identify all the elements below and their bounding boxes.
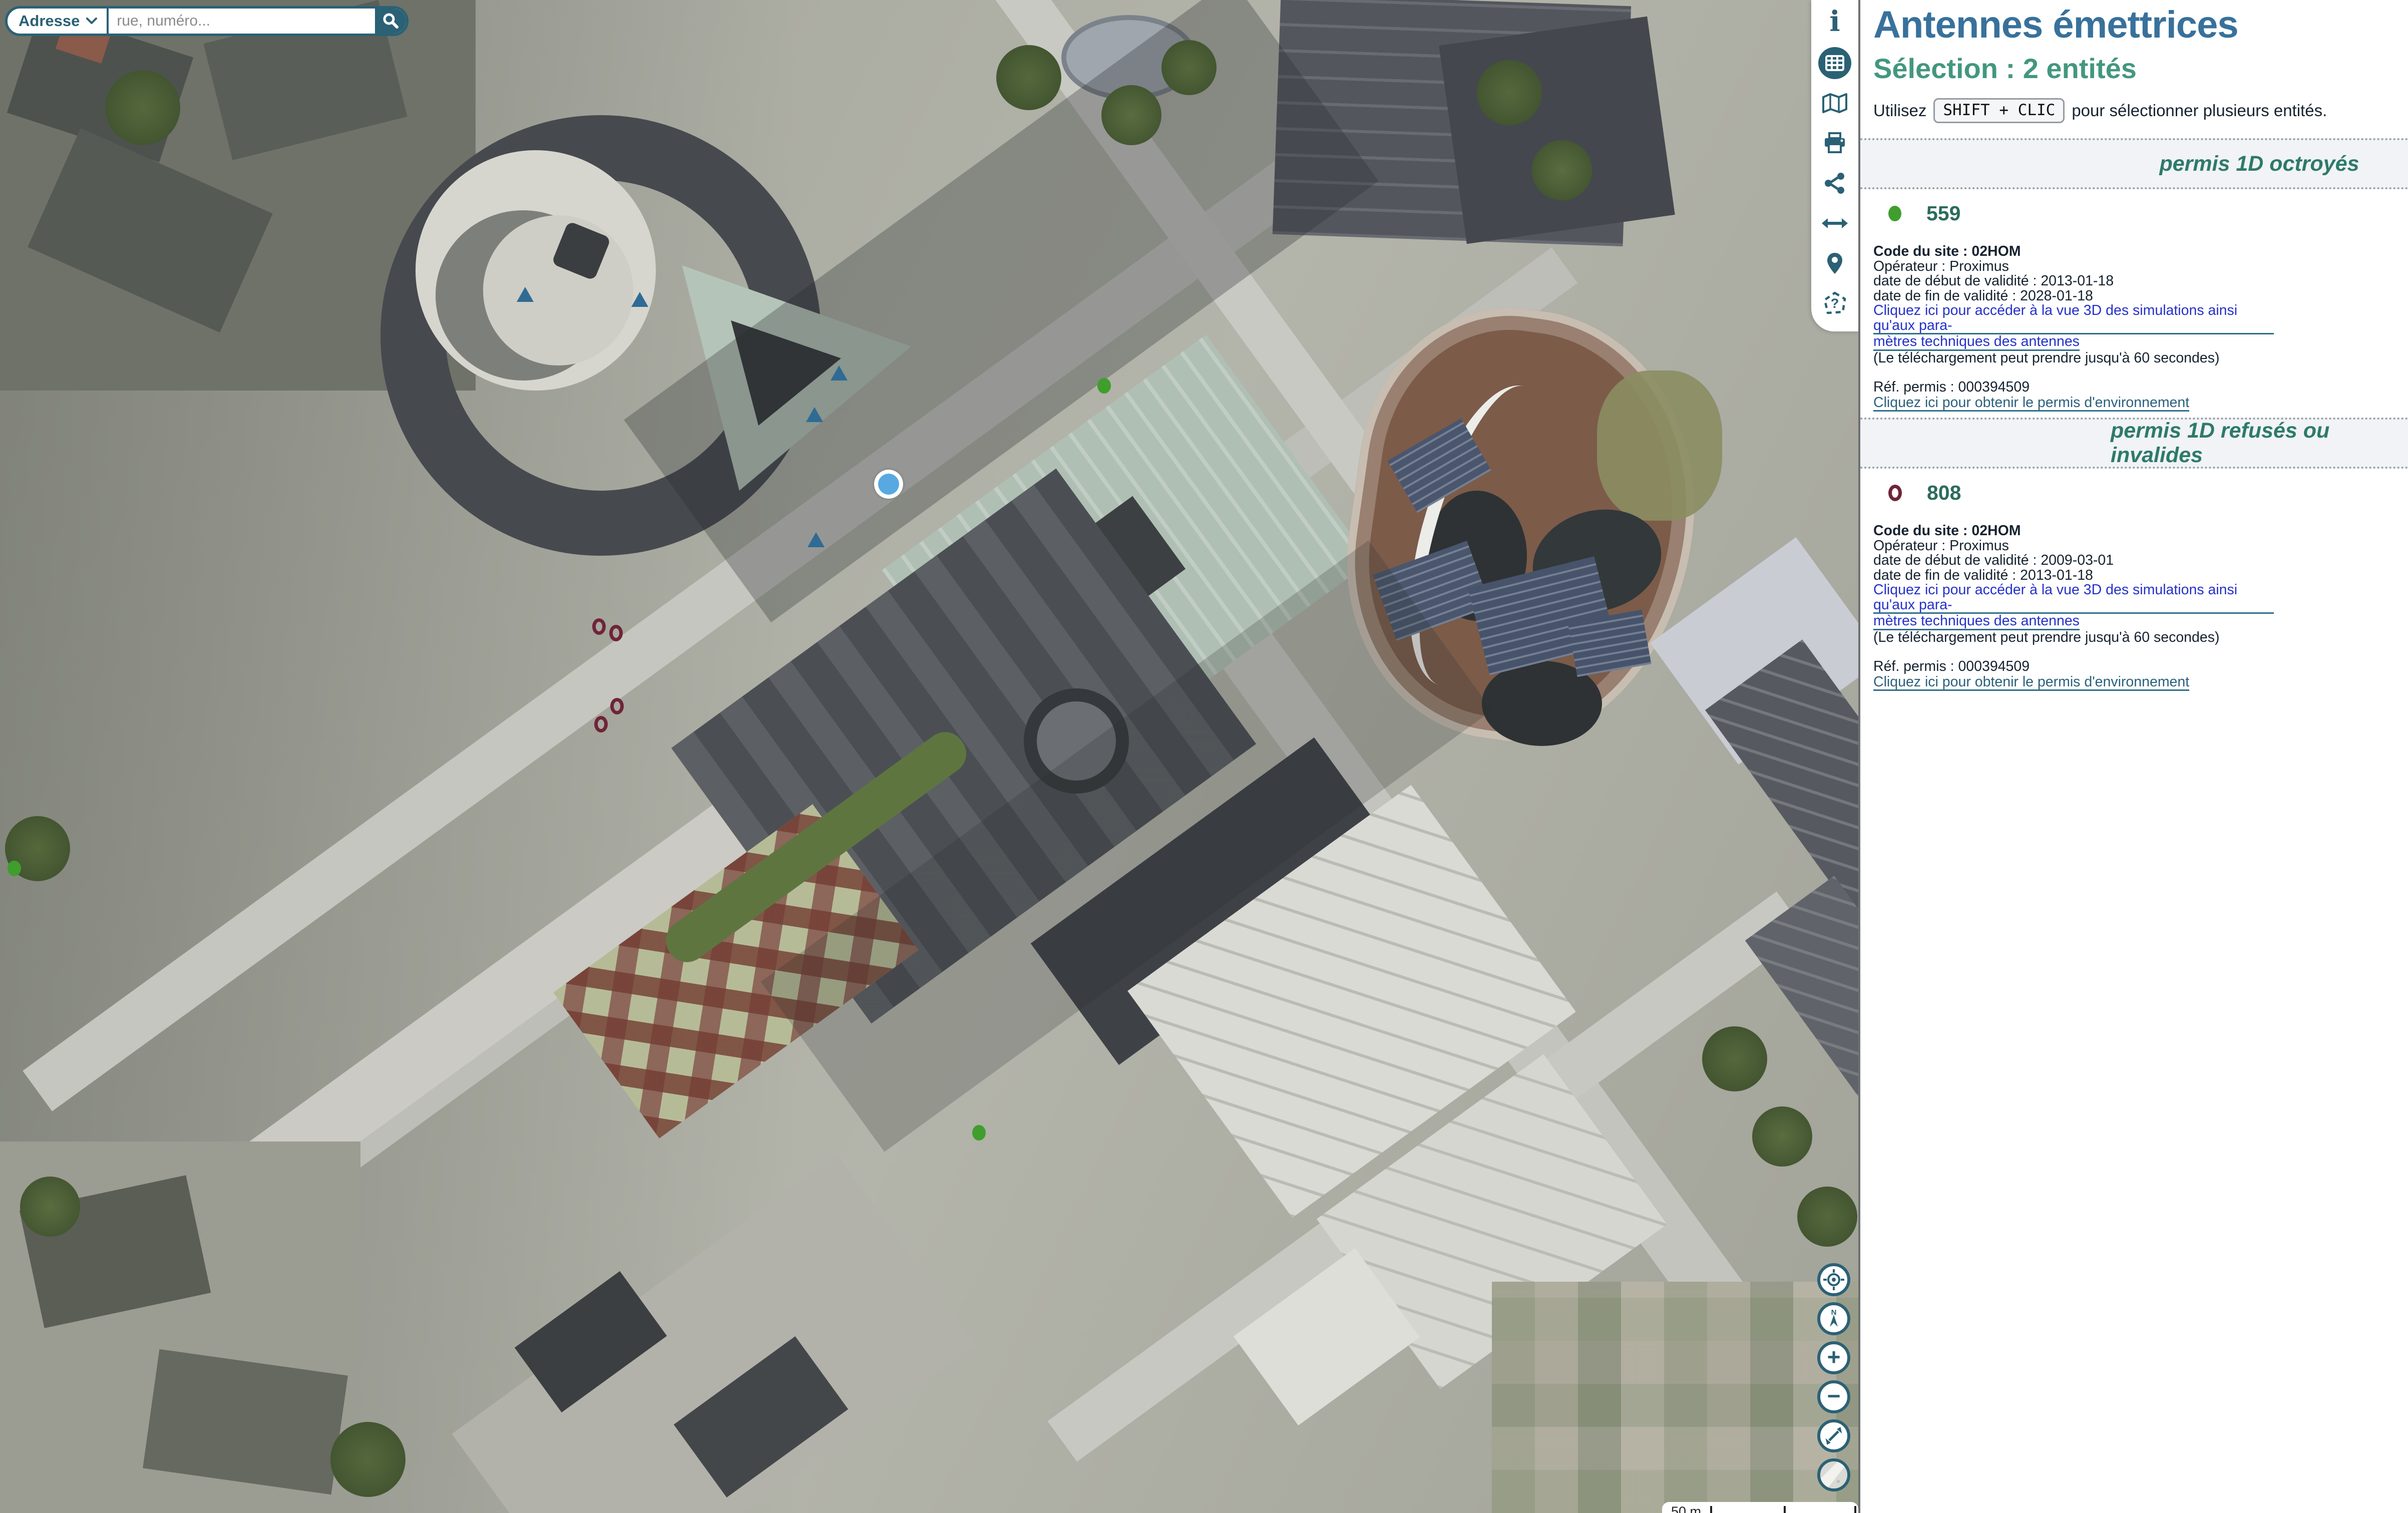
diagonal-arrows-icon xyxy=(1824,1426,1844,1446)
link-3d-view[interactable]: Cliquez ici pour accéder à la vue 3D des… xyxy=(1873,303,2274,334)
toolbar-locate-button[interactable] xyxy=(1811,243,1858,283)
antenna-map-app: Adresse i xyxy=(0,0,2408,1513)
selection-count: Sélection : 2 entités xyxy=(1873,53,2398,84)
location-pin-icon xyxy=(1825,252,1845,275)
share-icon xyxy=(1823,172,1846,194)
zoom-out-button[interactable]: − xyxy=(1817,1380,1850,1413)
valid-from: date de début de validité : 2013-01-18 xyxy=(1873,274,2274,289)
operator: Opérateur : Proximus xyxy=(1873,259,2274,274)
address-search-bar: Adresse xyxy=(5,6,409,36)
data-table-icon xyxy=(1818,47,1851,79)
site-code: Code du site : 02HOM xyxy=(1873,524,2274,539)
search-category-select[interactable]: Adresse xyxy=(8,9,109,34)
marker-granted-dot[interactable] xyxy=(972,1125,986,1141)
toolbar-basemap-button[interactable] xyxy=(1811,83,1858,123)
section-header-refused: permis 1D refusés ou invalides xyxy=(1860,418,2408,469)
instruction-prefix: Utilisez xyxy=(1873,101,1926,120)
marker-granted-dot[interactable] xyxy=(8,861,21,876)
results-panel: Antennes émettrices Sélection : 2 entité… xyxy=(1860,0,2408,1513)
shift-click-kbd: SHIFT + CLIC xyxy=(1933,98,2065,123)
scale-tick xyxy=(1710,1506,1712,1513)
scale-bar: 50 m xyxy=(1662,1502,1858,1513)
search-icon xyxy=(380,11,400,31)
print-icon xyxy=(1823,132,1847,154)
zoom-in-button[interactable]: + xyxy=(1817,1341,1850,1374)
refused-ring-icon xyxy=(1888,485,1902,501)
search-button[interactable] xyxy=(375,9,406,34)
marker-site-triangle[interactable] xyxy=(517,287,534,302)
toolbar-share-button[interactable] xyxy=(1811,163,1858,203)
marker-refused-ring[interactable] xyxy=(609,625,623,641)
map-toolbar: i xyxy=(1811,0,1858,331)
entity-details: Code du site : 02HOM Opérateur : Proximu… xyxy=(1873,524,2274,691)
entity-row[interactable]: 808 xyxy=(1860,478,2408,508)
valid-to: date de fin de validité : 2028-01-18 xyxy=(1873,289,2274,304)
plus-icon: + xyxy=(1827,1345,1841,1368)
marker-refused-ring[interactable] xyxy=(610,698,624,714)
marker-site-triangle[interactable] xyxy=(831,365,848,381)
folded-map-icon xyxy=(1822,93,1848,114)
geolocate-button[interactable] xyxy=(1817,1263,1850,1296)
minimap-toggle-button[interactable] xyxy=(1817,1458,1850,1491)
marker-site-triangle[interactable] xyxy=(806,407,823,422)
geolocate-icon xyxy=(1823,1269,1845,1291)
identify-help-icon: ? xyxy=(1822,291,1847,316)
diagonal-resize-button[interactable] xyxy=(1817,1419,1850,1452)
svg-text:?: ? xyxy=(1831,296,1839,311)
entity-row[interactable]: 559 xyxy=(1860,198,2408,228)
minimap-icon xyxy=(1820,1461,1847,1488)
toolbar-identify-button[interactable]: ? xyxy=(1811,283,1858,323)
link-environment-permit[interactable]: Cliquez ici pour obtenir le permis d'env… xyxy=(1873,675,2189,691)
compass-north-icon: N xyxy=(1824,1308,1844,1330)
marker-refused-ring[interactable] xyxy=(594,716,608,732)
toolbar-data-table-button[interactable] xyxy=(1811,43,1858,83)
toolbar-info-button[interactable]: i xyxy=(1811,0,1858,43)
link-3d-view[interactable]: Cliquez ici pour accéder à la vue 3D des… xyxy=(1873,583,2274,614)
link-3d-view[interactable]: mètres techniques des antennes xyxy=(1873,614,2080,630)
permit-ref: Réf. permis : 000394509 xyxy=(1873,380,2274,395)
permit-ref: Réf. permis : 000394509 xyxy=(1873,659,2274,674)
entity-id[interactable]: 808 xyxy=(1927,481,1961,505)
marker-site-triangle[interactable] xyxy=(631,292,648,307)
toolbar-print-button[interactable] xyxy=(1811,123,1858,163)
info-icon: i xyxy=(1829,8,1840,36)
link-environment-permit[interactable]: Cliquez ici pour obtenir le permis d'env… xyxy=(1873,396,2189,412)
aerial-map-canvas[interactable]: Adresse i xyxy=(0,0,1858,1513)
page-title: Antennes émettrices xyxy=(1873,4,2398,46)
map-view-controls: N + − xyxy=(1817,1263,1850,1491)
marker-selected[interactable] xyxy=(874,470,903,499)
valid-from: date de début de validité : 2009-03-01 xyxy=(1873,553,2274,568)
site-code: Code du site : 02HOM xyxy=(1873,244,2274,259)
scale-tick xyxy=(1784,1506,1786,1513)
marker-refused-ring[interactable] xyxy=(592,618,606,635)
selection-instruction: Utilisez SHIFT + CLIC pour sélectionner … xyxy=(1873,98,2398,123)
download-note: (Le téléchargement peut prendre jusqu'à … xyxy=(1873,351,2274,366)
search-category-label: Adresse xyxy=(19,12,80,30)
swipe-arrows-icon xyxy=(1822,217,1848,230)
pixelated-mosaic xyxy=(1492,1282,1858,1513)
marker-granted-dot[interactable] xyxy=(1097,378,1111,394)
link-3d-view[interactable]: mètres techniques des antennes xyxy=(1873,334,2080,351)
chevron-down-icon xyxy=(86,17,98,25)
download-note: (Le téléchargement peut prendre jusqu'à … xyxy=(1873,630,2274,645)
scale-tick xyxy=(1854,1506,1856,1513)
scale-label: 50 m xyxy=(1671,1504,1701,1513)
entity-details: Code du site : 02HOM Opérateur : Proximu… xyxy=(1873,244,2274,412)
search-input[interactable] xyxy=(109,9,375,34)
minus-icon: − xyxy=(1827,1384,1841,1407)
toolbar-swipe-button[interactable] xyxy=(1811,203,1858,243)
granted-dot-icon xyxy=(1888,206,1901,221)
instruction-suffix: pour sélectionner plusieurs entités. xyxy=(2072,101,2327,120)
entity-id[interactable]: 559 xyxy=(1926,202,1960,225)
marker-site-triangle[interactable] xyxy=(808,532,825,547)
compass-button[interactable]: N xyxy=(1817,1302,1850,1335)
operator: Opérateur : Proximus xyxy=(1873,539,2274,554)
valid-to: date de fin de validité : 2013-01-18 xyxy=(1873,568,2274,583)
section-header-granted: permis 1D octroyés xyxy=(1860,138,2408,189)
